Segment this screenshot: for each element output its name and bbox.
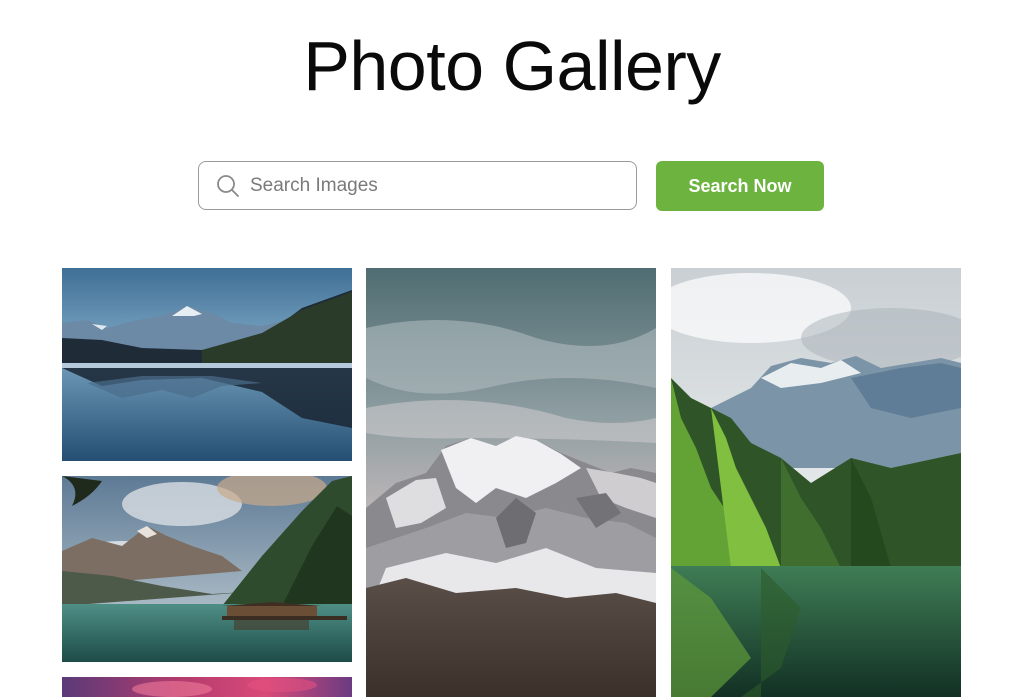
page-title: Photo Gallery [303,27,721,105]
lake-cabin-mountains-photo[interactable] [62,476,352,662]
forest-lake-mountain-photo[interactable] [671,268,961,697]
search-icon [217,174,239,197]
search-input[interactable] [250,174,610,197]
search-box[interactable] [198,161,637,210]
sunset-clouds-photo[interactable] [62,677,352,697]
mountain-lake-reflection-photo[interactable] [62,268,352,461]
search-now-button[interactable]: Search Now [656,161,824,211]
snowy-mountain-peak-photo[interactable] [366,268,656,697]
